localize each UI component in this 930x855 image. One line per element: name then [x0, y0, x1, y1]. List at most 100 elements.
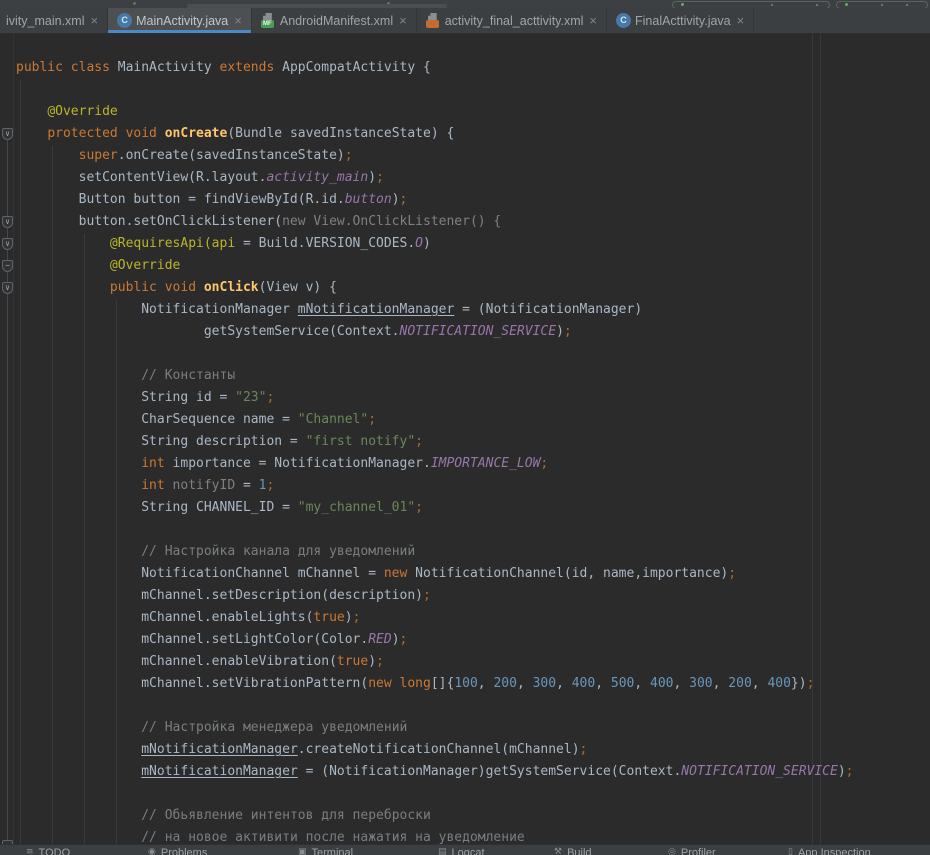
- code-segment: [16, 368, 141, 383]
- app-inspection-icon: ▯: [788, 846, 793, 855]
- tab-label: ivity_main.xml: [6, 14, 85, 28]
- code-segment: ;: [728, 566, 736, 581]
- toolwindow-button-problems[interactable]: ◉Problems: [148, 846, 207, 855]
- code-line: mChannel.setVibrationPattern(new long[]{…: [16, 673, 930, 695]
- code-segment: [16, 456, 141, 471]
- code-line: setContentView(R.layout.activity_main);: [16, 167, 930, 189]
- toolwindow-label: Profiler: [681, 846, 716, 855]
- code-segment: Button button = findViewById(R.id.: [16, 192, 345, 207]
- fold-marker[interactable]: ∨: [2, 216, 13, 228]
- layout-badge-icon: [426, 20, 439, 28]
- code-segment: MainActivity: [118, 60, 220, 75]
- tab-close-icon[interactable]: ×: [234, 14, 242, 27]
- code-segment: true: [313, 610, 344, 625]
- code-line: [16, 695, 930, 717]
- code-segment: ,: [713, 676, 729, 691]
- toolbar-mark-icon: [906, 4, 908, 6]
- code-segment: 200: [728, 676, 751, 691]
- toolwindow-button-todo[interactable]: ≡TODO: [26, 846, 70, 855]
- code-segment: String description =: [16, 434, 306, 449]
- tab-close-icon[interactable]: ×: [399, 14, 407, 27]
- code-segment: ;: [376, 170, 384, 185]
- code-segment: // Константы: [141, 368, 235, 383]
- code-segment: 300: [689, 676, 712, 691]
- code-line: mNotificationManager.createNotificationC…: [16, 739, 930, 761]
- fold-marker[interactable]: −: [2, 260, 13, 272]
- tab-close-icon[interactable]: ×: [91, 14, 99, 27]
- toolwindow-button-app-inspection[interactable]: ▯ App Inspection: [788, 846, 871, 855]
- tab-ivity_main.xml[interactable]: ivity_main.xml ×: [0, 8, 108, 33]
- tab-close-icon[interactable]: ×: [737, 14, 745, 27]
- code-segment: mNotificationManager: [298, 302, 455, 317]
- device-online-icon: [845, 3, 848, 6]
- code-line: @Override: [16, 101, 930, 123]
- code-segment: ;: [376, 654, 384, 669]
- code-segment: (View v) {: [259, 280, 337, 295]
- code-segment: ,: [478, 676, 494, 691]
- code-segment: [16, 742, 141, 757]
- code-segment: [16, 148, 79, 163]
- code-segment: "Channel": [298, 412, 368, 427]
- code-line: button.setOnClickListener(new View.OnCli…: [16, 211, 930, 233]
- toolwindow-button-profiler[interactable]: ◎Profiler: [668, 846, 716, 855]
- code-line: mChannel.setDescription(description);: [16, 585, 930, 607]
- code-segment: super: [79, 148, 118, 163]
- code-segment: ): [556, 324, 564, 339]
- code-segment: new: [384, 566, 407, 581]
- code-segment: [16, 720, 141, 735]
- todo-icon: ≡: [26, 846, 34, 855]
- toolbar-dot-icon: [133, 2, 136, 5]
- toolwindow-label: App Inspection: [798, 846, 871, 855]
- code-area[interactable]: public class MainActivity extends AppCom…: [0, 34, 930, 844]
- code-segment: .onCreate(savedInstanceState): [118, 148, 345, 163]
- fold-marker[interactable]: ∨: [2, 128, 13, 140]
- code-segment: ;: [415, 500, 423, 515]
- fold-marker[interactable]: ∨: [2, 282, 13, 294]
- code-editor[interactable]: public class MainActivity extends AppCom…: [0, 34, 930, 844]
- terminal-icon: ▣: [298, 846, 307, 855]
- tab-FinalActtivity.java[interactable]: CFinalActtivity.java×: [607, 8, 754, 33]
- code-segment: = (NotificationManager): [454, 302, 642, 317]
- code-segment: extends: [220, 60, 283, 75]
- fold-marker[interactable]: ∨: [2, 238, 13, 250]
- code-line: Button button = findViewById(R.id.button…: [16, 189, 930, 211]
- toolwindow-label: Problems: [161, 846, 207, 855]
- code-segment: public class: [16, 60, 118, 75]
- manifest-badge-icon: MF: [261, 20, 274, 28]
- code-segment: ;: [564, 324, 572, 339]
- code-segment: ): [345, 610, 353, 625]
- code-segment: activity_main: [266, 170, 368, 185]
- code-line: public void onClick(View v) {: [16, 277, 930, 299]
- code-segment: ): [368, 654, 376, 669]
- code-segment: // Настройка канала для уведомлений: [141, 544, 415, 559]
- code-segment: @Override: [110, 258, 180, 273]
- toolwindow-button-terminal[interactable]: ▣Terminal: [298, 846, 353, 855]
- tab-MainActivity.java[interactable]: CMainActivity.java×: [108, 8, 252, 33]
- code-segment: NotificationChannel mChannel =: [16, 566, 384, 581]
- code-segment: button.setOnClickListener(: [16, 214, 282, 229]
- code-segment: ,: [634, 676, 650, 691]
- code-segment: ;: [266, 478, 274, 493]
- code-segment: [16, 126, 47, 141]
- code-segment: public void: [110, 280, 204, 295]
- fold-marker[interactable]: [2, 840, 13, 844]
- tab-close-icon[interactable]: ×: [589, 14, 597, 27]
- toolwindow-button-logcat[interactable]: ▤Logcat: [438, 846, 485, 855]
- tab-AndroidManifest.xml[interactable]: MFAndroidManifest.xml×: [252, 8, 417, 33]
- code-line: // Константы: [16, 365, 930, 387]
- code-segment: [16, 830, 141, 844]
- code-segment: }): [791, 676, 807, 691]
- code-line: [16, 519, 930, 541]
- code-segment: ;: [846, 764, 854, 779]
- code-segment: String id =: [16, 390, 235, 405]
- code-segment: ;: [580, 742, 588, 757]
- code-segment: mChannel.setVibrationPattern(: [16, 676, 368, 691]
- tab-activity_final_acttivity.xml[interactable]: activity_final_acttivity.xml×: [417, 8, 607, 33]
- code-line: getSystemService(Context.NOTIFICATION_SE…: [16, 321, 930, 343]
- code-line: mChannel.enableLights(true);: [16, 607, 930, 629]
- toolwindow-button-build[interactable]: ⚒Build: [554, 846, 592, 855]
- code-segment: @RequiresApi(api: [110, 236, 235, 251]
- code-line: CharSequence name = "Channel";: [16, 409, 930, 431]
- code-line: [16, 783, 930, 805]
- code-segment: [16, 544, 141, 559]
